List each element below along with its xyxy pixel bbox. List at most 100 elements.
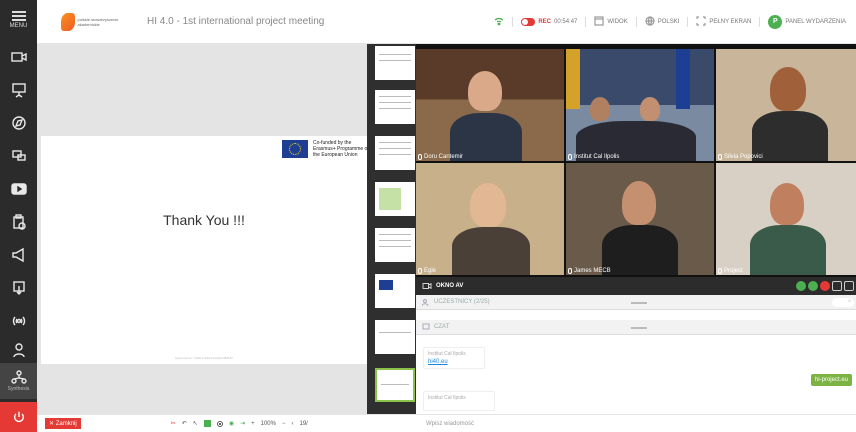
participant-name: Project — [718, 268, 743, 274]
participant-name: James MECB — [568, 268, 611, 274]
left-sidebar: MENU Synthesis — [0, 0, 37, 432]
own-chat-message[interactable]: hi-project.eu — [810, 374, 852, 386]
bottom-toolbar: ✕ Zamknij ✂ ↶ ↖ ◉ ⇥ + 100% − ‹ 19/ — [37, 414, 416, 432]
mic-icon — [568, 268, 572, 274]
zoom-out-icon[interactable]: − — [282, 421, 286, 427]
fullscreen-icon — [696, 15, 707, 28]
settings-gear-icon[interactable] — [832, 281, 842, 291]
chat-message: Institut Cal Ilpolis hi40.eu — [423, 347, 485, 369]
video-tile[interactable]: James MECB — [566, 163, 714, 275]
page-indicator: 19/ — [299, 420, 308, 427]
eu-flag-logo — [282, 140, 308, 158]
logo-text: polskie stowarzyszenie akademickie — [77, 16, 119, 27]
mic-icon — [718, 268, 722, 274]
color-picker[interactable] — [203, 420, 211, 427]
power-button[interactable] — [0, 402, 37, 432]
video-play-icon[interactable] — [0, 172, 37, 205]
desktop-icon[interactable] — [0, 139, 37, 172]
av-window-bar: OKNO AV — [416, 277, 856, 295]
pen-size-icon[interactable] — [216, 420, 223, 427]
slide-thumbnail[interactable] — [375, 320, 415, 354]
view-label: WIDOK — [607, 18, 628, 25]
popout-icon[interactable] — [844, 281, 854, 291]
presentation-area: Co-funded by the Erasmus+ Programme of t… — [37, 44, 369, 414]
compass-icon[interactable] — [0, 106, 37, 139]
synthesis-item[interactable]: Synthesis — [0, 363, 37, 399]
mic-icon — [568, 154, 572, 160]
eye-icon[interactable]: ◉ — [229, 420, 234, 427]
clipboard-icon[interactable] — [0, 205, 37, 238]
power-icon — [13, 411, 24, 423]
hamburger-icon — [11, 11, 26, 21]
users-network-icon — [10, 370, 27, 384]
video-tile[interactable]: Project — [716, 163, 856, 275]
globe-icon — [645, 15, 655, 28]
avatar: P — [768, 14, 783, 29]
slide-thumbnail-active[interactable] — [375, 368, 415, 402]
video-tile[interactable]: Institut Cal Ilpolis — [566, 49, 714, 161]
undo-icon[interactable]: ↶ — [182, 420, 187, 427]
participant-name: Egle — [418, 268, 436, 274]
participants-search[interactable]: ⌕ — [832, 298, 854, 307]
top-bar: polskie stowarzyszenie akademickie HI 4.… — [37, 0, 856, 44]
menu-label: MENU — [9, 23, 28, 29]
chat-icon — [422, 323, 430, 330]
broadcast-icon[interactable] — [0, 304, 37, 337]
touch-icon[interactable] — [0, 271, 37, 304]
rec-timer: 00:54:47 — [554, 18, 578, 25]
logo-mark — [61, 12, 75, 31]
prev-slide-icon[interactable]: ‹ — [291, 421, 293, 427]
close-presentation-button[interactable]: ✕ Zamknij — [45, 418, 81, 429]
view-button[interactable]: WIDOK — [594, 15, 628, 28]
pointer-icon[interactable]: ↖ — [193, 420, 198, 427]
fullscreen-label: PEŁNY EKRAN — [709, 18, 752, 25]
record-toggle[interactable]: REC 00:54:47 — [521, 17, 578, 26]
camera-icon[interactable] — [0, 40, 37, 73]
video-tile[interactable]: Silvia Popovici — [716, 49, 856, 161]
camera-toggle-button[interactable] — [796, 281, 806, 291]
mic-icon — [718, 154, 722, 160]
rec-switch[interactable] — [521, 17, 536, 26]
person-icon[interactable] — [0, 337, 37, 363]
participants-title: UCZESTNICY (2/25) — [434, 299, 490, 305]
layout-icon — [594, 15, 604, 28]
video-tile[interactable]: Doru Cantemir — [416, 49, 564, 161]
menu-button[interactable]: MENU — [0, 0, 37, 40]
slide-thumbnail[interactable] — [375, 228, 415, 262]
zoom-in-icon[interactable]: + — [251, 421, 255, 427]
mic-toggle-button[interactable] — [808, 281, 818, 291]
chat-header[interactable]: CZAT — [416, 320, 856, 335]
hangup-button[interactable] — [820, 281, 830, 291]
events-panel-label: PANEL WYDARZENIA — [785, 18, 846, 25]
wifi-icon — [494, 16, 504, 28]
megaphone-icon[interactable] — [0, 238, 37, 271]
meeting-title: HI 4.0 - 1st international project meeti… — [147, 16, 325, 27]
mic-icon — [418, 268, 422, 274]
chat-messages: Institut Cal Ilpolis hi40.eu hi-project.… — [416, 337, 856, 414]
slide-thumbnail[interactable] — [375, 136, 415, 170]
drag-handle[interactable] — [631, 327, 647, 329]
slide-thumbnail[interactable] — [375, 274, 415, 308]
fullscreen-button[interactable]: PEŁNY EKRAN — [696, 15, 752, 28]
presentation-icon[interactable] — [0, 73, 37, 106]
mic-icon — [418, 154, 422, 160]
scissors-icon[interactable]: ✂ — [171, 420, 176, 427]
chat-title: CZAT — [434, 324, 450, 330]
slide-thumbnail[interactable] — [375, 182, 415, 216]
language-button[interactable]: POLSKI — [645, 15, 679, 28]
current-slide: Co-funded by the Erasmus+ Programme of t… — [41, 136, 369, 364]
slide-thumbnail[interactable] — [375, 90, 415, 124]
drag-handle[interactable] — [631, 302, 647, 304]
participants-header[interactable]: UCZESTNICY (2/25) ⌕ — [416, 295, 856, 310]
video-grid: Doru Cantemir Institut Cal Ilpolis Silvi… — [416, 44, 856, 277]
zoom-level: 100% — [260, 420, 276, 427]
slide-footer: Agreement n° 2020-1-ES01-KA202-082187 — [175, 356, 233, 360]
export-icon[interactable]: ⇥ — [240, 420, 245, 427]
camera-icon — [422, 282, 432, 290]
video-tile[interactable]: Egle — [416, 163, 564, 275]
chat-input[interactable]: Wpisz wiadomość — [416, 414, 856, 432]
chat-link[interactable]: hi40.eu — [428, 359, 480, 365]
slide-thumbnail[interactable] — [375, 46, 415, 80]
events-panel-button[interactable]: P PANEL WYDARZENIA — [768, 14, 846, 29]
chat-message: Institut Cal Ilpolis — [423, 391, 495, 411]
